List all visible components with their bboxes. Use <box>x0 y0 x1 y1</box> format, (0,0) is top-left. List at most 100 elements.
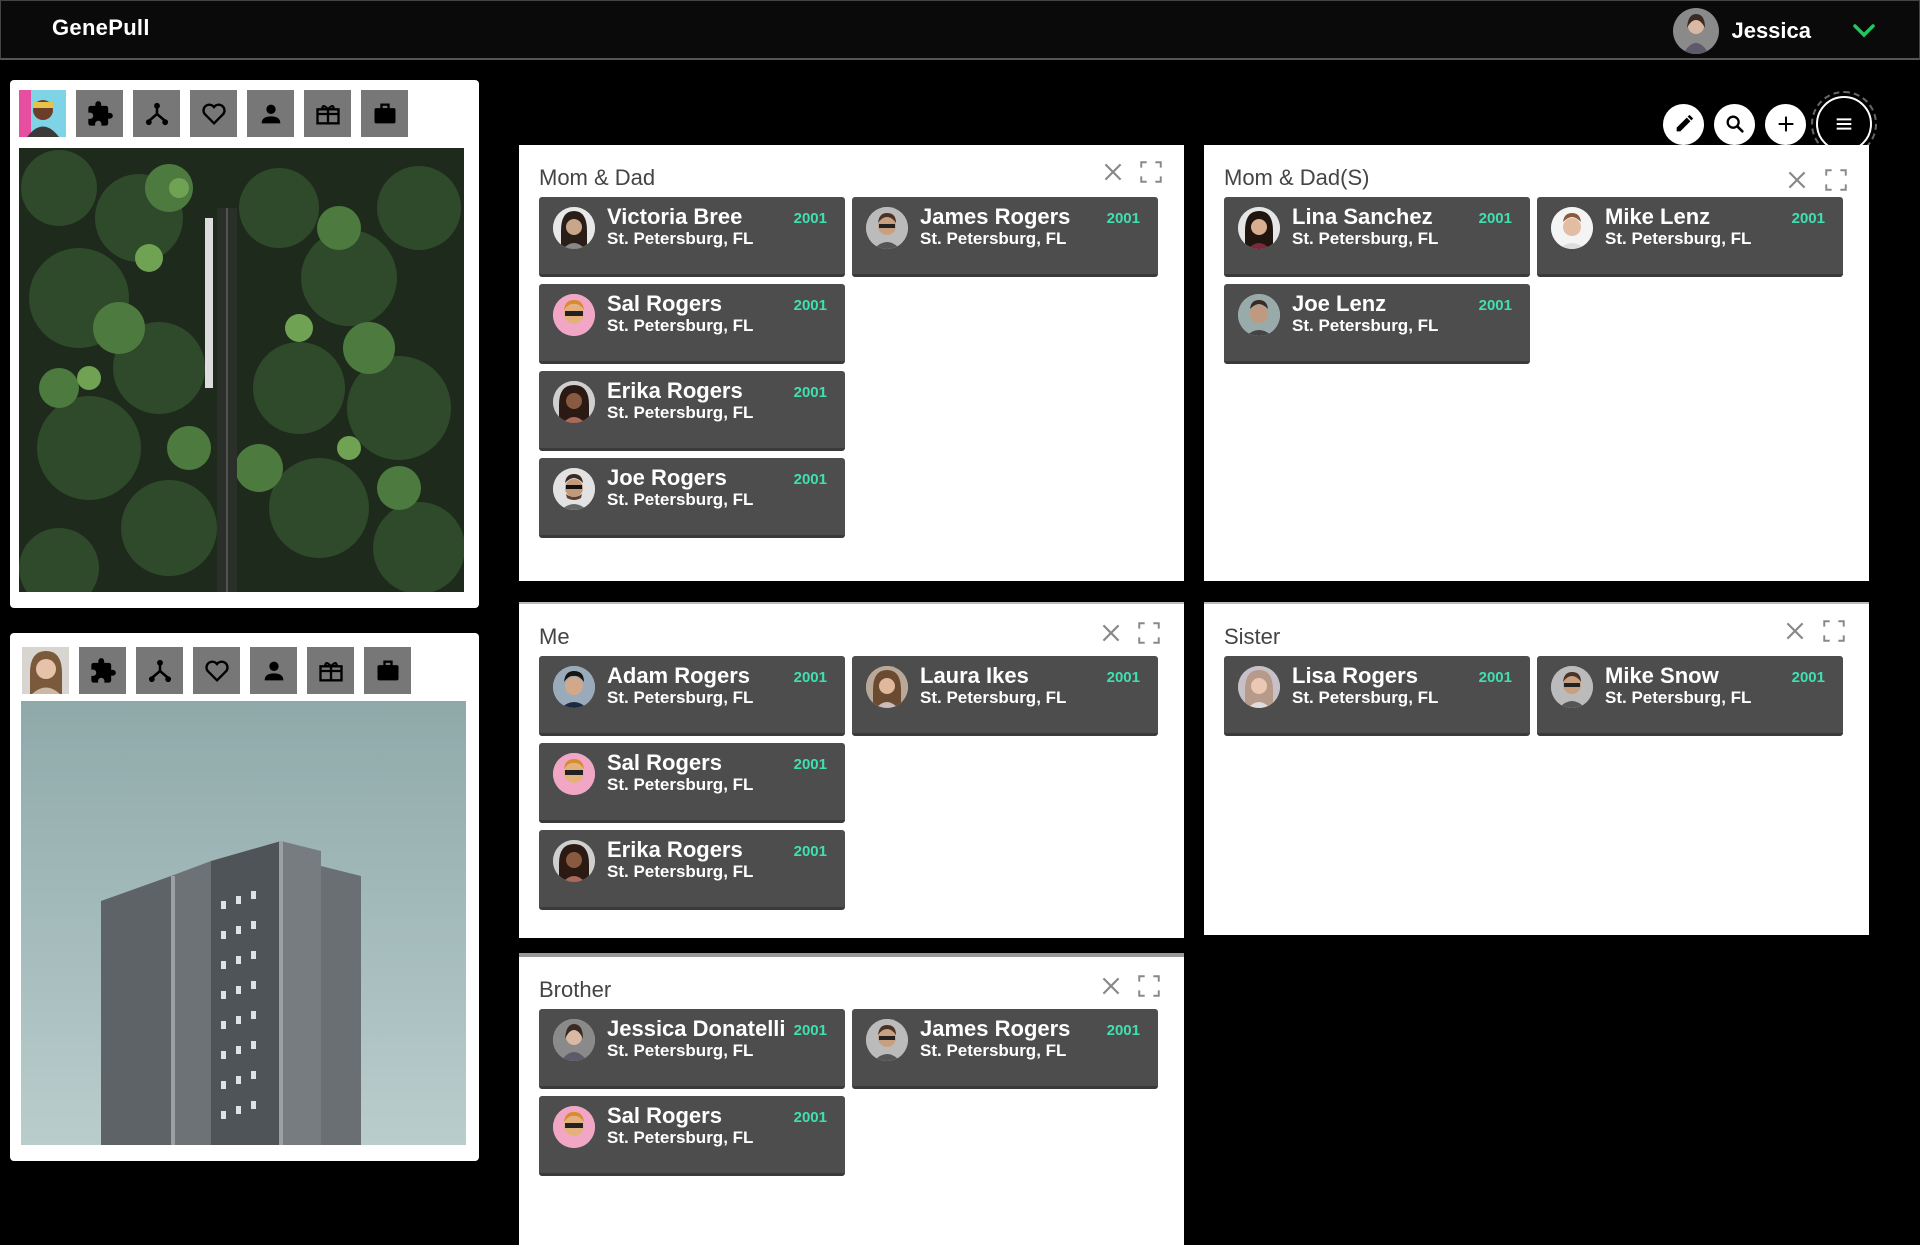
person-avatar <box>553 753 595 795</box>
tree-icon[interactable] <box>136 647 183 694</box>
person-year: 2001 <box>1478 210 1512 227</box>
close-icon[interactable] <box>1100 159 1126 185</box>
person-location: St. Petersburg, FL <box>607 688 754 707</box>
person-avatar <box>553 294 595 336</box>
person-year: 2001 <box>1106 1022 1140 1039</box>
people-grid: Adam Rogers St. Petersburg, FL 2001 Laur… <box>539 656 1158 910</box>
person-card[interactable]: Victoria Bree St. Petersburg, FL 2001 <box>539 197 845 277</box>
person-card[interactable]: Sal Rogers St. Petersburg, FL 2001 <box>539 1096 845 1176</box>
person-avatar <box>553 207 595 249</box>
person-name: James Rogers <box>920 204 1071 229</box>
action-bar <box>1663 91 1877 157</box>
close-icon[interactable] <box>1098 620 1124 646</box>
person-avatar <box>553 840 595 882</box>
panel-title: Me <box>539 624 570 649</box>
person-location: St. Petersburg, FL <box>920 1041 1067 1060</box>
forest-road-photo <box>19 148 464 592</box>
panel-mom-dad: Mom & Dad Victoria Bree St. Petersburg, … <box>519 145 1184 581</box>
person-card[interactable]: James Rogers St. Petersburg, FL 2001 <box>852 197 1158 277</box>
person-location: St. Petersburg, FL <box>1605 688 1752 707</box>
panel-title: Mom & Dad(S) <box>1224 165 1370 190</box>
person-icon[interactable] <box>247 90 294 137</box>
person-year: 2001 <box>793 843 827 860</box>
profile-avatar[interactable] <box>19 90 66 137</box>
person-avatar <box>553 1019 595 1061</box>
menu-icon[interactable] <box>1811 91 1877 157</box>
person-card[interactable]: Sal Rogers St. Petersburg, FL 2001 <box>539 284 845 364</box>
plus-icon[interactable] <box>1765 103 1806 145</box>
edit-icon[interactable] <box>1663 103 1704 145</box>
person-card[interactable]: Lisa Rogers St. Petersburg, FL 2001 <box>1224 656 1530 736</box>
person-card[interactable]: Adam Rogers St. Petersburg, FL 2001 <box>539 656 845 736</box>
panel-me: Me Adam Rogers St. Petersburg, FL 2001 L… <box>519 602 1184 938</box>
person-icon[interactable] <box>250 647 297 694</box>
person-name: Lisa Rogers <box>1292 663 1418 688</box>
chevron-down-icon[interactable] <box>1853 24 1875 38</box>
person-year: 2001 <box>793 384 827 401</box>
person-avatar <box>553 666 595 708</box>
user-avatar[interactable] <box>1673 8 1720 54</box>
person-name: Lina Sanchez <box>1292 204 1433 229</box>
person-location: St. Petersburg, FL <box>920 688 1067 707</box>
person-card[interactable]: Mike Snow St. Petersburg, FL 2001 <box>1537 656 1843 736</box>
person-avatar <box>1551 207 1593 249</box>
person-name: Adam Rogers <box>607 663 751 688</box>
close-icon[interactable] <box>1782 618 1808 644</box>
gift-icon[interactable] <box>307 647 354 694</box>
person-card[interactable]: Jessica Donatelli St. Petersburg, FL 200… <box>539 1009 845 1089</box>
close-icon[interactable] <box>1784 167 1810 193</box>
briefcase-icon[interactable] <box>361 90 408 137</box>
person-card[interactable]: Lina Sanchez St. Petersburg, FL 2001 <box>1224 197 1530 277</box>
person-avatar <box>1238 294 1280 336</box>
person-card[interactable]: Erika Rogers St. Petersburg, FL 2001 <box>539 371 845 451</box>
puzzle-icon[interactable] <box>76 90 123 137</box>
people-grid: Lisa Rogers St. Petersburg, FL 2001 Mike… <box>1224 656 1843 736</box>
person-location: St. Petersburg, FL <box>607 403 754 422</box>
puzzle-icon[interactable] <box>79 647 126 694</box>
card-toolbar <box>19 90 408 137</box>
person-year: 2001 <box>1478 669 1512 686</box>
person-name: Victoria Bree <box>607 204 743 229</box>
person-card[interactable]: James Rogers St. Petersburg, FL 2001 <box>852 1009 1158 1089</box>
gift-icon[interactable] <box>304 90 351 137</box>
person-card[interactable]: Laura Ikes St. Petersburg, FL 2001 <box>852 656 1158 736</box>
person-name: Erika Rogers <box>607 837 743 862</box>
briefcase-icon[interactable] <box>364 647 411 694</box>
person-year: 2001 <box>793 297 827 314</box>
person-year: 2001 <box>793 1022 827 1039</box>
heart-icon[interactable] <box>190 90 237 137</box>
person-location: St. Petersburg, FL <box>1292 316 1439 335</box>
person-year: 2001 <box>793 210 827 227</box>
expand-icon[interactable] <box>1823 167 1849 193</box>
expand-icon[interactable] <box>1821 618 1847 644</box>
close-icon[interactable] <box>1098 973 1124 999</box>
person-year: 2001 <box>1791 669 1825 686</box>
heart-icon[interactable] <box>193 647 240 694</box>
expand-icon[interactable] <box>1138 159 1164 185</box>
person-card[interactable]: Mike Lenz St. Petersburg, FL 2001 <box>1537 197 1843 277</box>
person-card[interactable]: Erika Rogers St. Petersburg, FL 2001 <box>539 830 845 910</box>
tree-icon[interactable] <box>133 90 180 137</box>
person-avatar <box>866 207 908 249</box>
people-grid: Lina Sanchez St. Petersburg, FL 2001 Mik… <box>1224 197 1843 364</box>
brand-logo[interactable]: GenePull <box>52 15 150 41</box>
person-card[interactable]: Joe Lenz St. Petersburg, FL 2001 <box>1224 284 1530 364</box>
building-photo <box>21 701 466 1145</box>
person-year: 2001 <box>793 1109 827 1126</box>
profile-avatar[interactable] <box>22 647 69 694</box>
expand-icon[interactable] <box>1136 620 1162 646</box>
person-name: Sal Rogers <box>607 750 722 775</box>
user-menu[interactable]: Jessica <box>1673 7 1875 55</box>
person-avatar <box>866 666 908 708</box>
person-card[interactable]: Sal Rogers St. Petersburg, FL 2001 <box>539 743 845 823</box>
expand-icon[interactable] <box>1136 973 1162 999</box>
people-grid: Jessica Donatelli St. Petersburg, FL 200… <box>539 1009 1158 1176</box>
person-card[interactable]: Joe Rogers St. Petersburg, FL 2001 <box>539 458 845 538</box>
user-name[interactable]: Jessica <box>1731 18 1811 44</box>
person-year: 2001 <box>1791 210 1825 227</box>
person-name: Joe Rogers <box>607 465 727 490</box>
person-name: Joe Lenz <box>1292 291 1387 316</box>
search-icon[interactable] <box>1714 103 1755 145</box>
person-location: St. Petersburg, FL <box>1292 229 1439 248</box>
person-avatar <box>553 1106 595 1148</box>
